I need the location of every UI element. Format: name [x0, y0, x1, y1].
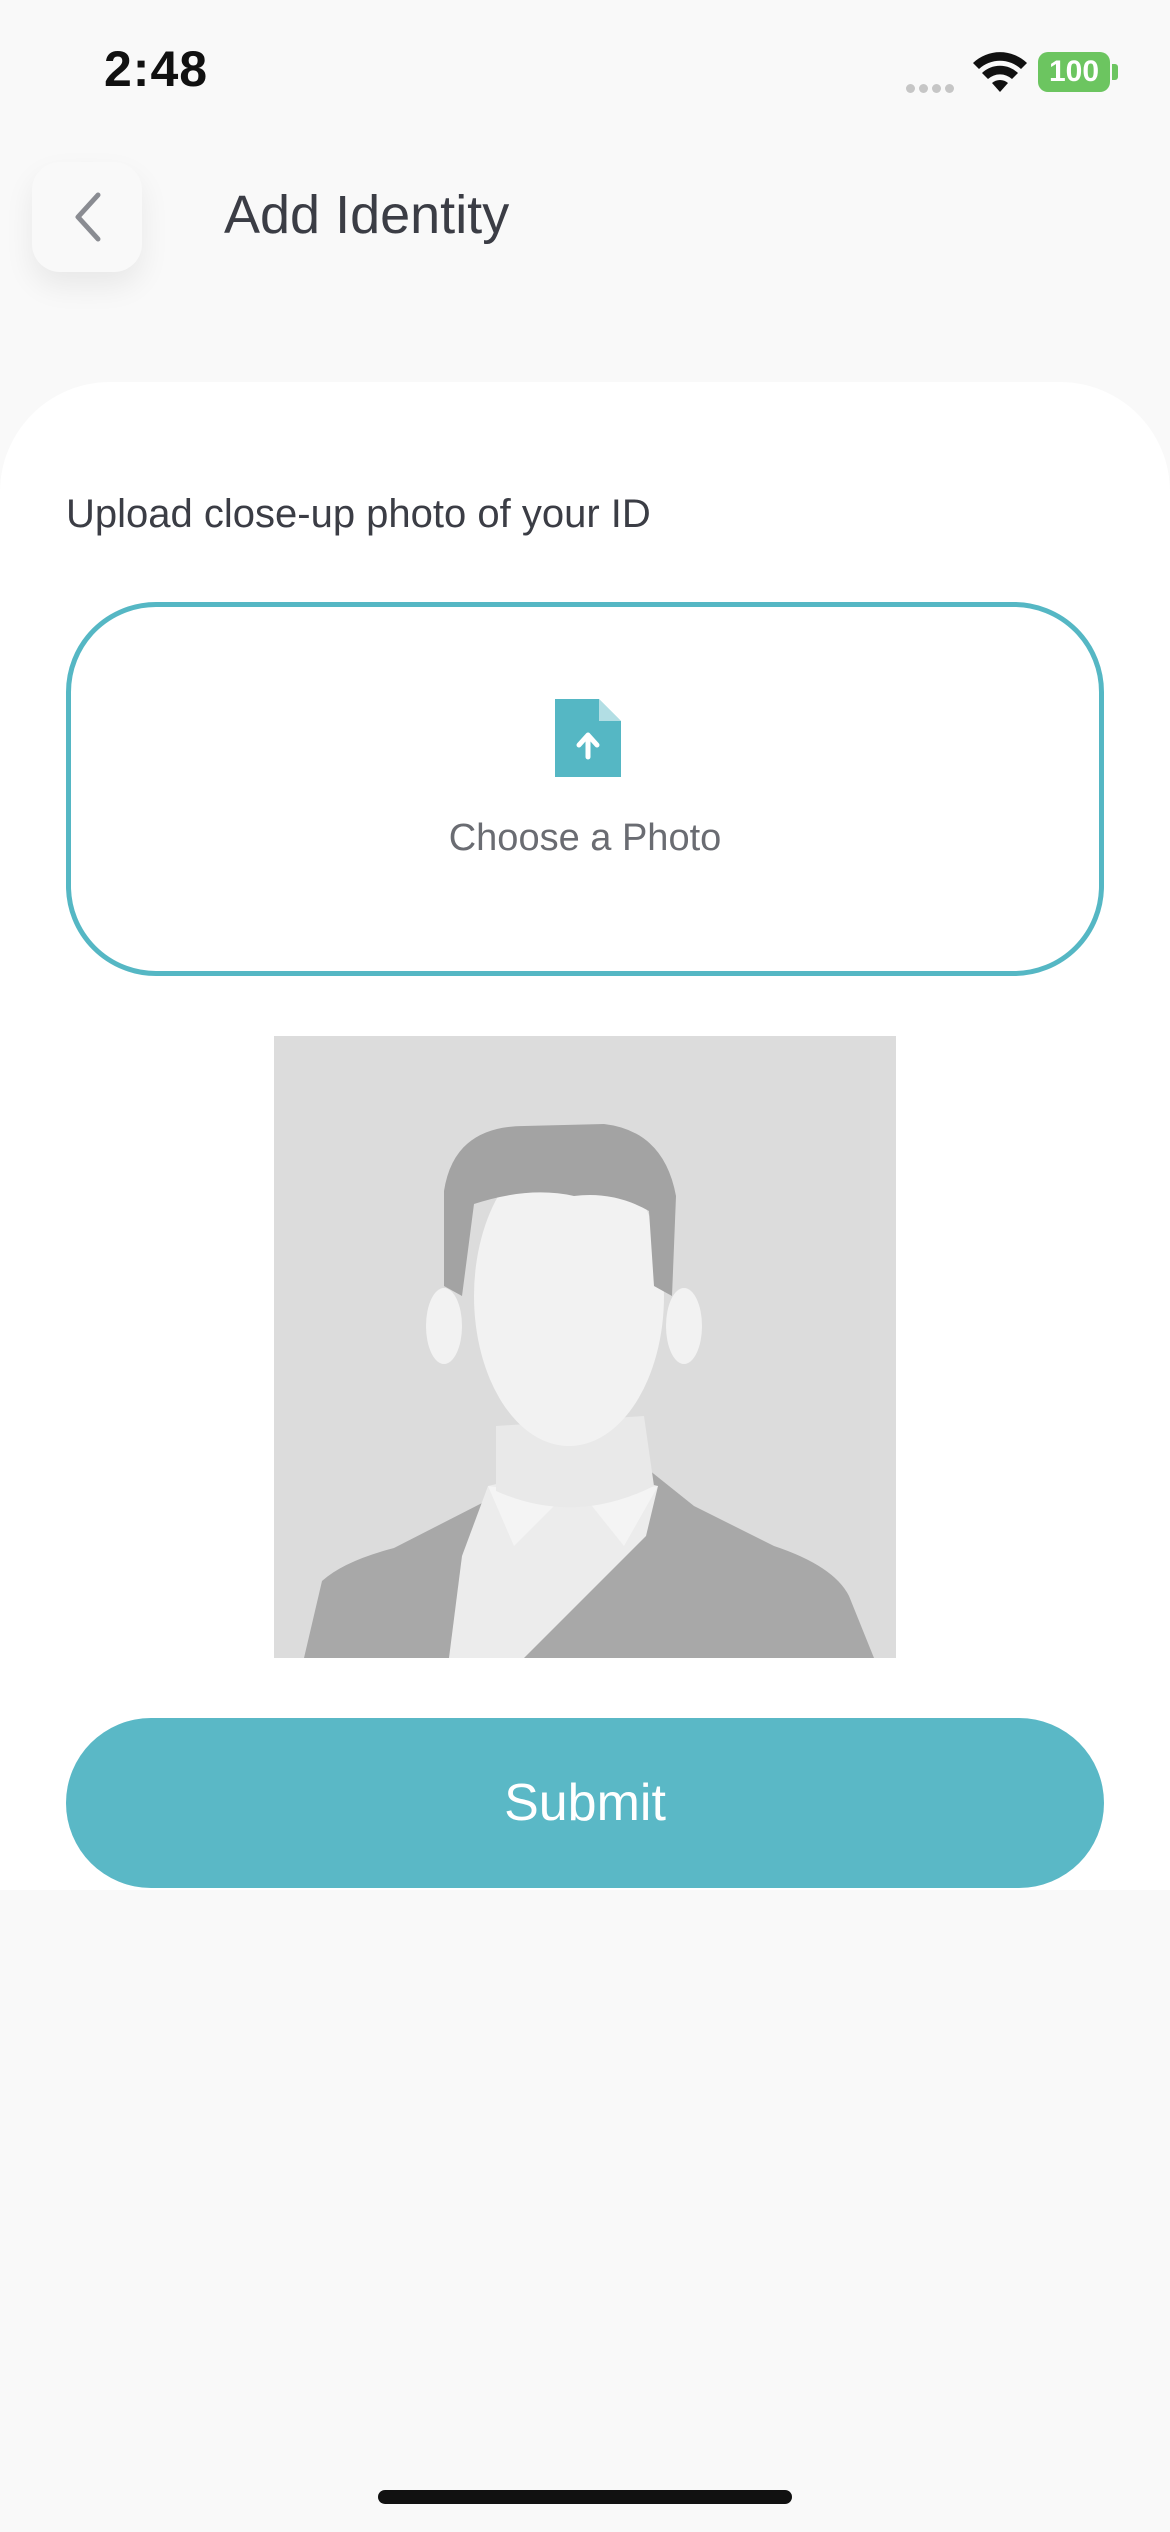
battery-tip: [1112, 64, 1118, 80]
person-silhouette-icon: [274, 1036, 896, 1658]
placeholder-person-image: [274, 1036, 896, 1658]
file-upload-icon: [555, 699, 621, 777]
page-title: Add Identity: [224, 185, 510, 245]
back-button[interactable]: [32, 162, 142, 272]
upload-label: Upload close-up photo of your ID: [66, 492, 651, 536]
status-time: 2:48: [104, 41, 209, 97]
status-bar: 2:48 100: [0, 0, 1170, 140]
battery-icon: 100: [1038, 52, 1110, 92]
content-card: Upload close-up photo of your ID Choose …: [0, 382, 1170, 1890]
choose-photo-button[interactable]: Choose a Photo: [66, 602, 1104, 976]
submit-button[interactable]: Submit: [66, 1718, 1104, 1888]
cellular-signal-icon: [906, 80, 958, 94]
wifi-icon: [973, 52, 1027, 92]
chevron-left-icon: [75, 192, 101, 242]
choose-photo-label: Choose a Photo: [448, 817, 722, 859]
home-indicator[interactable]: [378, 2490, 792, 2504]
